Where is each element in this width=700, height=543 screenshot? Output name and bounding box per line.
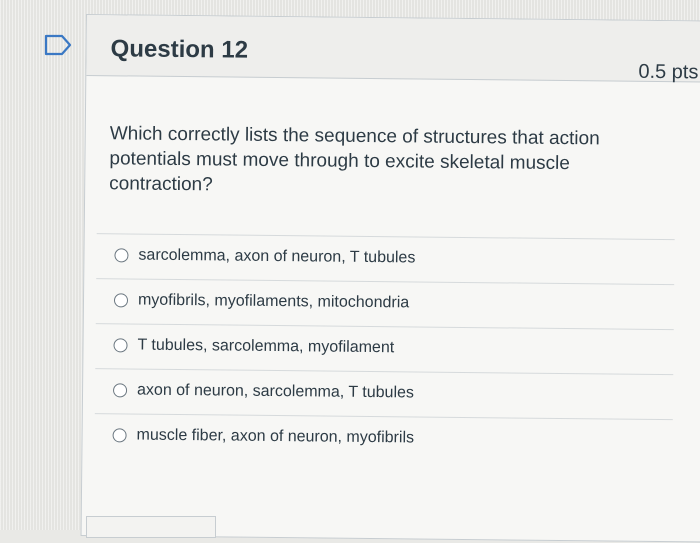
question-points: 0.5 pts (638, 60, 699, 84)
answer-option[interactable]: axon of neuron, sarcolemma, T tubules (94, 368, 674, 420)
radio-button-icon[interactable] (114, 248, 129, 263)
question-title: Question 12 (110, 35, 249, 64)
answer-label[interactable]: sarcolemma, axon of neuron, T tubules (138, 247, 415, 268)
answer-option[interactable]: sarcolemma, axon of neuron, T tubules (96, 233, 675, 285)
answer-label[interactable]: axon of neuron, sarcolemma, T tubules (137, 382, 414, 403)
next-question-card-edge (86, 516, 216, 538)
radio-button-icon[interactable] (112, 428, 127, 443)
radio-button-icon[interactable] (113, 293, 129, 308)
answer-label[interactable]: T tubules, sarcolemma, myofilament (137, 337, 394, 358)
answer-option[interactable]: T tubules, sarcolemma, myofilament (95, 323, 674, 375)
answer-option[interactable]: myofibrils, myofilaments, mitochondria (95, 278, 675, 330)
question-text: Which correctly lists the sequence of st… (109, 123, 600, 196)
answer-label[interactable]: myofibrils, myofilaments, mitochondria (138, 292, 409, 313)
question-card: Question 12 0.5 pts Which correctly list… (80, 14, 700, 543)
answer-option[interactable]: muscle fiber, axon of neuron, myofibrils (94, 413, 673, 465)
answer-label[interactable]: muscle fiber, axon of neuron, myofibrils (136, 427, 415, 448)
question-header: Question 12 0.5 pts (86, 15, 700, 83)
radio-button-icon[interactable] (113, 338, 128, 353)
radio-button-icon[interactable] (112, 383, 128, 398)
answer-list: sarcolemma, axon of neuron, T tubules my… (82, 233, 700, 465)
flag-question-icon[interactable] (44, 34, 72, 56)
